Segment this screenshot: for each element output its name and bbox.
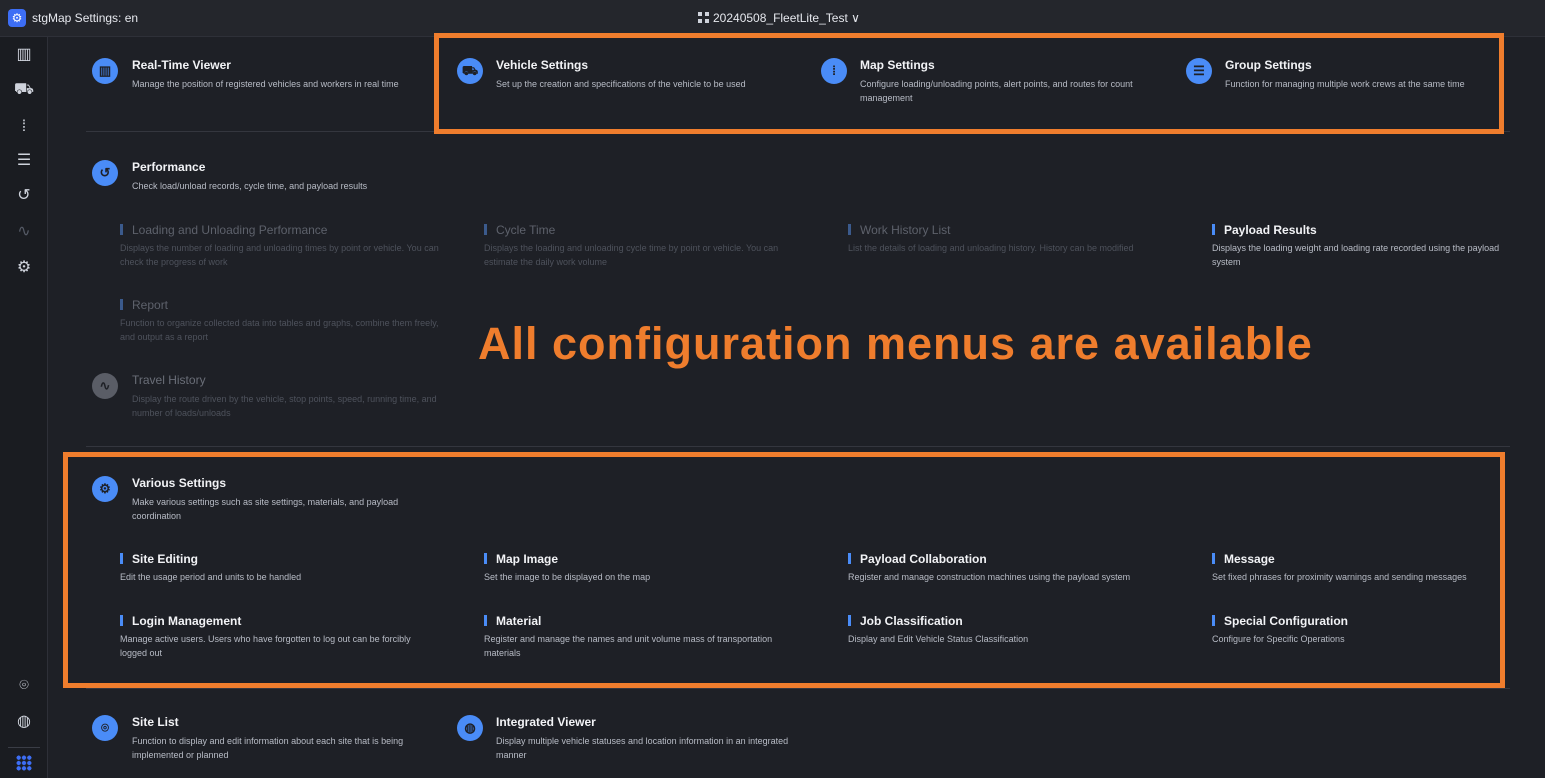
submenu-title: Loading and Unloading Performance: [132, 223, 328, 237]
divider: [86, 688, 1510, 689]
sidebar: ▥ ⛟ ⁞ ☰ ↺ ∿ ⚙ ⌾ ◍: [0, 37, 48, 778]
submenu-description: Displays the loading weight and loading …: [1212, 243, 1500, 267]
submenu-title: Work History List: [860, 223, 951, 237]
project-name: 20240508_FleetLite_Test: [713, 11, 848, 25]
project-grid-icon: [698, 12, 709, 23]
globe-icon[interactable]: ◍: [12, 710, 36, 734]
submenu-description: Displays the number of loading and unloa…: [120, 243, 439, 267]
menu-title: Real-Time Viewer: [132, 58, 231, 72]
menu-description: Display the route driven by the vehicle,…: [132, 394, 437, 418]
gear-icon[interactable]: ⚙: [12, 256, 36, 280]
submenu-title: Payload Results: [1224, 223, 1317, 237]
travel-icon: ∿: [92, 373, 118, 399]
submenu-marker: [1212, 224, 1215, 235]
submenu-marker: [120, 299, 123, 310]
sidebar-divider: [8, 747, 40, 748]
submenu-marker: [120, 224, 123, 235]
annotation-text: All configuration menus are available: [478, 318, 1313, 369]
top-bar: ⚙ stgMap Settings: en 20240508_FleetLite…: [0, 0, 1545, 37]
submenu-description: Displays the loading and unloading cycle…: [484, 243, 779, 267]
travel-icon[interactable]: ∿: [12, 220, 36, 244]
submenu-title: Cycle Time: [496, 223, 556, 237]
submenu-marker: [848, 224, 851, 235]
submenu-marker: [484, 224, 487, 235]
history-icon[interactable]: ↺: [12, 184, 36, 208]
submenu-description: Function to organize collected data into…: [120, 318, 439, 342]
location-pin-icon[interactable]: ⌾: [12, 674, 36, 698]
map-icon[interactable]: ▥: [12, 43, 36, 67]
chevron-down-icon: ∨: [851, 11, 860, 25]
map-icon: ▥: [92, 58, 118, 84]
globe-icon: ◍: [457, 715, 483, 741]
highlight-box-top-settings: [434, 33, 1504, 134]
highlight-box-various-settings: [63, 452, 1505, 688]
menu-description: Manage the position of registered vehicl…: [132, 79, 399, 89]
menu-title: Travel History: [132, 373, 206, 387]
menu-title: Integrated Viewer: [496, 715, 596, 729]
project-selector[interactable]: 20240508_FleetLite_Test ∨: [698, 11, 860, 25]
menu-title: Performance: [132, 160, 206, 174]
route-points-icon[interactable]: ⁞: [12, 115, 36, 139]
menu-title: Site List: [132, 715, 179, 729]
menu-description: Function to display and edit information…: [132, 736, 404, 760]
divider: [86, 446, 1510, 447]
group-list-icon[interactable]: ☰: [12, 149, 36, 173]
menu-description: Display multiple vehicle statuses and lo…: [496, 736, 789, 760]
app-title: stgMap Settings: en: [32, 11, 139, 25]
app-logo-icon: ⚙: [8, 9, 26, 27]
submenu-description: List the details of loading and unloadin…: [848, 243, 1134, 253]
history-icon: ↺: [92, 160, 118, 186]
apps-grid-icon[interactable]: [16, 755, 32, 771]
submenu-title: Report: [132, 298, 169, 312]
truck-icon[interactable]: ⛟: [12, 78, 36, 102]
location-pin-icon: ⌾: [92, 715, 118, 741]
menu-description: Check load/unload records, cycle time, a…: [132, 181, 368, 191]
